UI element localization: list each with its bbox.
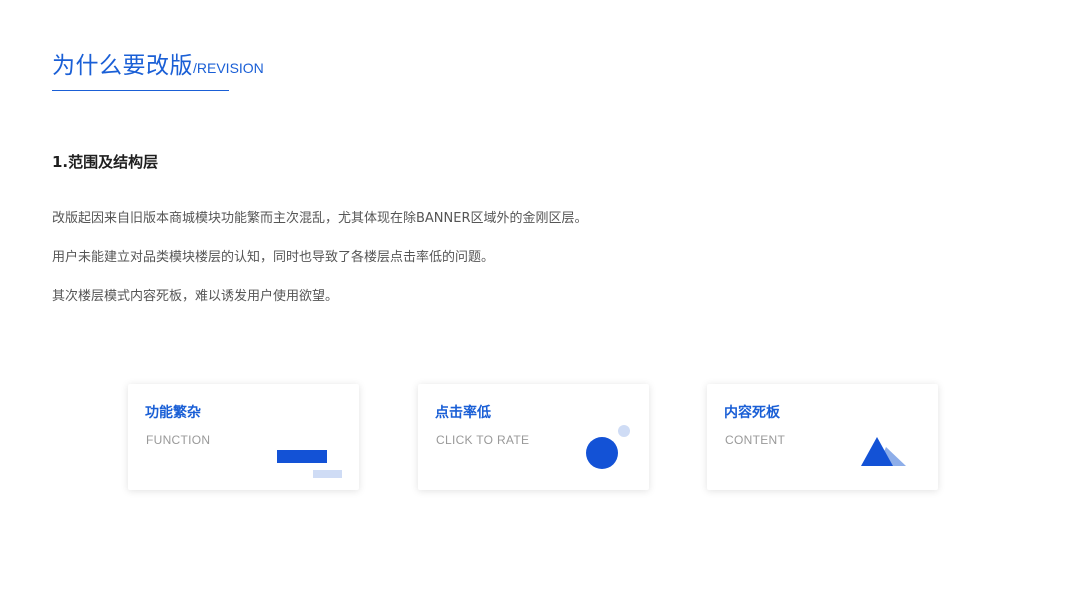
- card-subtitle: CONTENT: [725, 433, 786, 447]
- page-subtitle: /REVISION: [193, 60, 264, 76]
- card-subtitle: CLICK TO RATE: [436, 433, 530, 447]
- card-title: 功能繁杂: [145, 405, 201, 421]
- card-subtitle: FUNCTION: [146, 433, 211, 447]
- card-function: 功能繁杂 FUNCTION: [128, 384, 359, 490]
- card-content: 内容死板 CONTENT: [707, 384, 938, 490]
- triangles-icon: [861, 437, 906, 466]
- card-title: 内容死板: [724, 405, 780, 421]
- paragraph-1: 改版起因来自旧版本商城模块功能繁而主次混乱，尤其体现在除BANNER区域外的金刚…: [52, 211, 588, 226]
- bar-dark: [277, 450, 327, 463]
- page-title: 为什么要改版: [52, 53, 193, 79]
- card-title: 点击率低: [435, 405, 491, 421]
- section-heading: 1.范围及结构层: [52, 153, 159, 171]
- bar-light: [313, 470, 342, 478]
- page-header: 为什么要改版/REVISION: [52, 46, 264, 80]
- card-click-rate: 点击率低 CLICK TO RATE: [418, 384, 649, 490]
- bars-icon: [277, 450, 343, 480]
- title-underline: [52, 90, 229, 91]
- circles-icon: [586, 425, 630, 469]
- paragraph-2: 用户未能建立对品类模块楼层的认知，同时也导致了各楼层点击率低的问题。: [52, 250, 495, 265]
- paragraph-3: 其次楼层模式内容死板，难以诱发用户使用欲望。: [52, 289, 339, 304]
